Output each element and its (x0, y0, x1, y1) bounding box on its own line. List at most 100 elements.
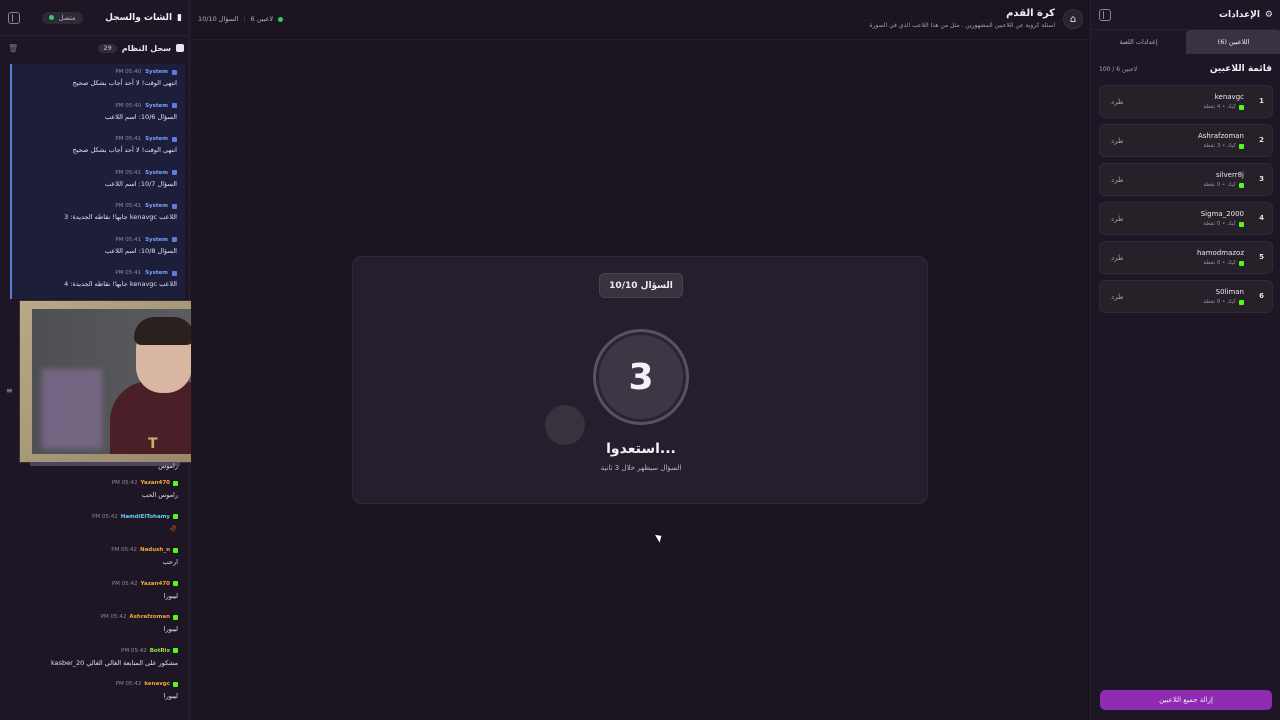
message-author: System (145, 270, 168, 276)
message-text: انتهى الوقت! لا أحد أجاب بشكل صحيح (72, 79, 178, 87)
collapse-panel-icon[interactable] (8, 11, 20, 24)
system-message: PM 05:40 System السؤال 10/6: اسم اللاعب (10, 97, 185, 131)
player-card: 5 hamodmazoz كيك • 0 نقطة طرد (1099, 241, 1273, 274)
message-author[interactable]: BotRix (150, 648, 170, 654)
chat-bubble-icon: ▮ (177, 12, 182, 23)
message-time: PM 05:41 (115, 203, 142, 209)
system-log-header[interactable]: 🗑 29 سجل النظام (0, 38, 190, 58)
message-text: السؤال 10/7: اسم اللاعب (105, 179, 177, 188)
tab-game-settings[interactable]: إعدادات اللعبة (1091, 30, 1186, 54)
streamer-logo-icon: T (148, 436, 158, 452)
message-time: PM 05:40 (115, 69, 142, 75)
message-text: السؤال 10/8: اسم اللاعب (105, 246, 177, 255)
players-count: السؤال 10/10 | 6 لاعبين (198, 15, 284, 23)
kick-player-button[interactable]: طرد (1111, 254, 1124, 262)
home-icon: ⌂ (1069, 13, 1077, 25)
player-name: silverr8j (1215, 171, 1244, 179)
chat-panel-title: الشات والسجل ▮ (105, 13, 182, 23)
trash-icon[interactable]: 🗑 (8, 44, 18, 53)
player-meta: كيك • 3 نقطة (1203, 143, 1236, 149)
message-author[interactable]: Yazan470 (141, 480, 171, 486)
system-badge-icon (172, 103, 177, 108)
player-meta: كيك • 0 نقطة (1203, 221, 1236, 227)
player-rank: 6 (1259, 292, 1264, 300)
message-author: System (145, 102, 168, 109)
system-badge-icon (172, 270, 177, 276)
settings-title: الإعدادات ⚙ (1219, 10, 1273, 20)
message-author: System (145, 203, 168, 209)
connection-label: متصل (58, 13, 76, 22)
kick-player-button[interactable]: طرد (1111, 215, 1124, 223)
player-card: 4 Sigma_2000 كيك • 0 نقطة طرد (1099, 202, 1273, 235)
tab-players[interactable]: اللاعبين (6) (1186, 30, 1280, 54)
message-time: PM 05:42 (100, 614, 127, 620)
kick-player-button[interactable]: طرد (1111, 293, 1124, 301)
settings-panel: الإعدادات ⚙ إعدادات اللعبة اللاعبين (6) … (1090, 0, 1280, 720)
game-area: السؤال 10/10 | 6 لاعبين كرة القدم اسئلة … (191, 0, 1089, 720)
message-time: PM 05:42 (111, 547, 137, 553)
message-author[interactable]: kenavgc (144, 681, 170, 687)
message-time: PM 05:41 (115, 236, 142, 243)
message-author[interactable]: HamdiElTohamy (121, 514, 170, 520)
system-message: PM 05:41 System اللاعب kenavgc جابها! نقاط… (10, 198, 185, 232)
settings-title-text: الإعدادات (1218, 9, 1260, 20)
system-message: PM 05:40 System انتهى الوقت! لا أحد أجاب ب… (10, 64, 185, 98)
player-rank: 2 (1259, 136, 1264, 144)
online-dot-icon (278, 16, 284, 22)
chat-list: راموس PM 05:42 Yazan470 راموس الحب PM 05:42… (12, 462, 186, 713)
chat-message: PM 05:42 Yazan470 راموس الحب (12, 478, 186, 512)
chat-panel-header: متصل الشات والسجل ▮ (0, 0, 190, 36)
message-time: PM 05:42 (111, 480, 138, 486)
message-author[interactable]: Ashrafzoman (129, 614, 170, 620)
kick-badge-icon (173, 480, 178, 486)
chat-message: PM 05:42 Yazan470 ليبورا (12, 579, 186, 613)
player-rank: 1 (1259, 97, 1264, 105)
message-author: System (145, 236, 168, 243)
collapse-settings-icon[interactable] (1099, 8, 1111, 21)
player-name: Ashrafzoman (1197, 132, 1244, 140)
player-meta: كيك • 0 نقطة (1203, 182, 1236, 188)
kick-badge-icon (1239, 260, 1244, 266)
get-ready-heading: استعدوا... (606, 441, 676, 457)
remove-all-players-button[interactable]: إزالة جميع اللاعبين (1100, 690, 1272, 710)
system-badge-icon (172, 237, 177, 242)
kick-badge-icon (173, 648, 178, 653)
system-message: PM 05:41 System السؤال 10/7: اسم اللاعب (10, 164, 185, 198)
system-message: PM 05:41 System السؤال 10/8: اسم اللاعب (10, 231, 185, 265)
message-time: PM 05:42 (121, 647, 147, 654)
kick-badge-icon (1239, 299, 1244, 305)
chat-text: راموس (158, 462, 178, 470)
player-rank: 5 (1259, 253, 1264, 261)
kick-player-button[interactable]: طرد (1111, 176, 1124, 184)
message-text: راموس الحب (141, 491, 178, 499)
message-time: PM 05:41 (115, 270, 142, 276)
kick-badge-icon (1239, 143, 1244, 149)
system-badge-icon (172, 170, 177, 175)
mouse-cursor-icon (655, 532, 664, 543)
message-author: System (145, 169, 168, 176)
chat-message: PM 05:42 HamdiElTohamy 🥀 (12, 512, 186, 546)
player-meta: كيك • 4 نقطة (1203, 104, 1236, 110)
player-card: 3 silverr8j كيك • 0 نقطة طرد (1099, 163, 1273, 196)
system-message: PM 05:41 System انتهى الوقت! لا أحد أجاب ب… (10, 131, 185, 165)
kick-player-button[interactable]: طرد (1111, 98, 1124, 106)
message-author[interactable]: Nadush_n (140, 547, 170, 553)
home-button[interactable]: ⌂ (1063, 9, 1083, 29)
message-author[interactable]: Yazan470 (141, 581, 171, 587)
system-log-count: 29 (98, 43, 117, 53)
player-name: Sigma_2000 (1200, 210, 1244, 218)
menu-icon[interactable]: ≡ (6, 386, 15, 395)
player-rank: 4 (1259, 214, 1264, 222)
system-badge-icon (172, 136, 177, 142)
message-text: 🥀 (169, 524, 178, 533)
system-log-list: PM 05:40 System انتهى الوقت! لا أحد أجاب ب… (10, 64, 185, 299)
chat-log-panel: متصل الشات والسجل ▮ 🗑 29 سجل النظام PM 0… (0, 0, 305, 720)
message-author: System (145, 69, 168, 75)
player-list-title: قائمة اللاعبين (1209, 64, 1272, 74)
kick-player-button[interactable]: طرد (1111, 137, 1124, 145)
game-top-bar: السؤال 10/10 | 6 لاعبين كرة القدم اسئلة … (191, 0, 1089, 40)
kick-badge-icon (173, 581, 178, 586)
kick-badge-icon (173, 681, 178, 687)
chat-message: PM 05:42 kenavgc ليبورا (12, 679, 186, 713)
chat-message-partial: راموس (12, 462, 186, 478)
